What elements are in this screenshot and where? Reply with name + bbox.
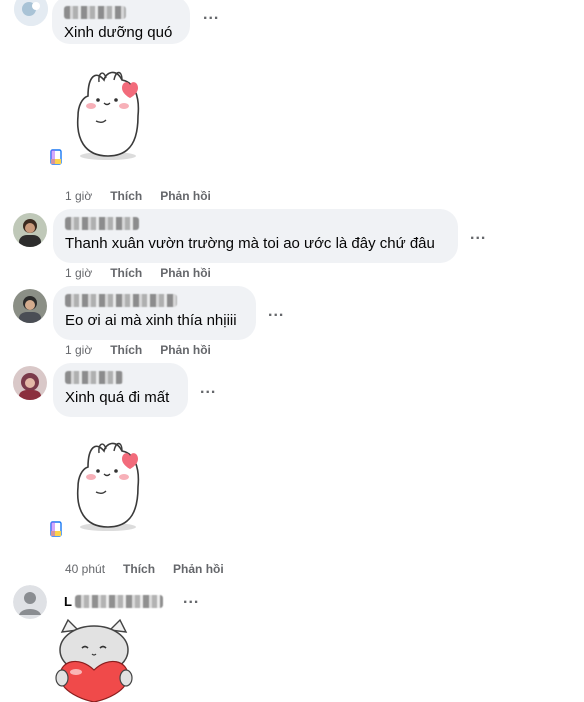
file-icon[interactable]	[50, 149, 62, 165]
avatar[interactable]	[13, 585, 47, 619]
file-icon[interactable]	[50, 521, 62, 537]
avatar[interactable]	[13, 366, 47, 400]
comment-time[interactable]: 1 giờ	[65, 189, 92, 203]
like-button[interactable]: Thích	[110, 189, 142, 203]
commenter-name-blurred[interactable]	[65, 371, 123, 384]
avatar-image	[13, 213, 47, 247]
default-avatar-icon	[13, 585, 47, 619]
reply-button[interactable]: Phản hồi	[173, 562, 224, 576]
comment-actions: 40 phút Thích Phản hồi	[65, 562, 242, 576]
comment-text: Xinh quá đi mất	[65, 389, 170, 406]
more-options-icon[interactable]: ...	[203, 6, 219, 24]
comment-bubble: Eo ơi ai mà xinh thía nhịiii	[53, 286, 256, 340]
comment-time[interactable]: 1 giờ	[65, 343, 92, 357]
commenter-name-blurred	[74, 595, 163, 608]
more-options-icon[interactable]: ...	[200, 380, 216, 398]
comment-bubble: Xinh dưỡng quó	[52, 0, 190, 44]
more-options-icon[interactable]: ...	[183, 590, 199, 608]
reply-button[interactable]: Phản hồi	[160, 189, 211, 203]
comment-actions: 1 giờ Thích Phản hồi	[65, 189, 229, 203]
comment-bubble: Thanh xuân vườn trường mà toi ao ước là …	[53, 209, 458, 263]
comment-actions: 1 giờ Thích Phản hồi	[65, 343, 229, 357]
commenter-name-blurred[interactable]	[65, 217, 139, 230]
bunny-sticker	[76, 71, 140, 160]
comment-text: Xinh dưỡng quó	[64, 24, 173, 41]
comment-bubble: Xinh quá đi mất	[53, 363, 188, 417]
avatar-image	[13, 289, 47, 323]
commenter-name-initial: L	[64, 594, 72, 609]
reply-button[interactable]: Phản hồi	[160, 343, 211, 357]
like-button[interactable]: Thích	[110, 343, 142, 357]
comment-text: Eo ơi ai mà xinh thía nhịiii	[65, 312, 237, 329]
commenter-name-blurred[interactable]	[65, 294, 177, 307]
cat-heart-sticker	[55, 618, 133, 702]
reply-button[interactable]: Phản hồi	[160, 266, 211, 280]
avatar[interactable]	[13, 289, 47, 323]
like-button[interactable]: Thích	[123, 562, 155, 576]
avatar[interactable]	[13, 213, 47, 247]
comment-time[interactable]: 40 phút	[65, 562, 105, 576]
avatar-image	[13, 366, 47, 400]
like-button[interactable]: Thích	[110, 266, 142, 280]
comment-time[interactable]: 1 giờ	[65, 266, 92, 280]
commenter-name-blurred[interactable]	[64, 6, 126, 19]
commenter-name[interactable]: L	[64, 592, 163, 611]
comment-actions: 1 giờ Thích Phản hồi	[65, 266, 229, 280]
more-options-icon[interactable]: ...	[268, 303, 284, 321]
avatar-image	[14, 0, 48, 26]
bunny-sticker	[76, 442, 140, 531]
comment-text: Thanh xuân vườn trường mà toi ao ước là …	[65, 235, 435, 252]
avatar[interactable]	[14, 0, 48, 26]
more-options-icon[interactable]: ...	[470, 226, 486, 244]
